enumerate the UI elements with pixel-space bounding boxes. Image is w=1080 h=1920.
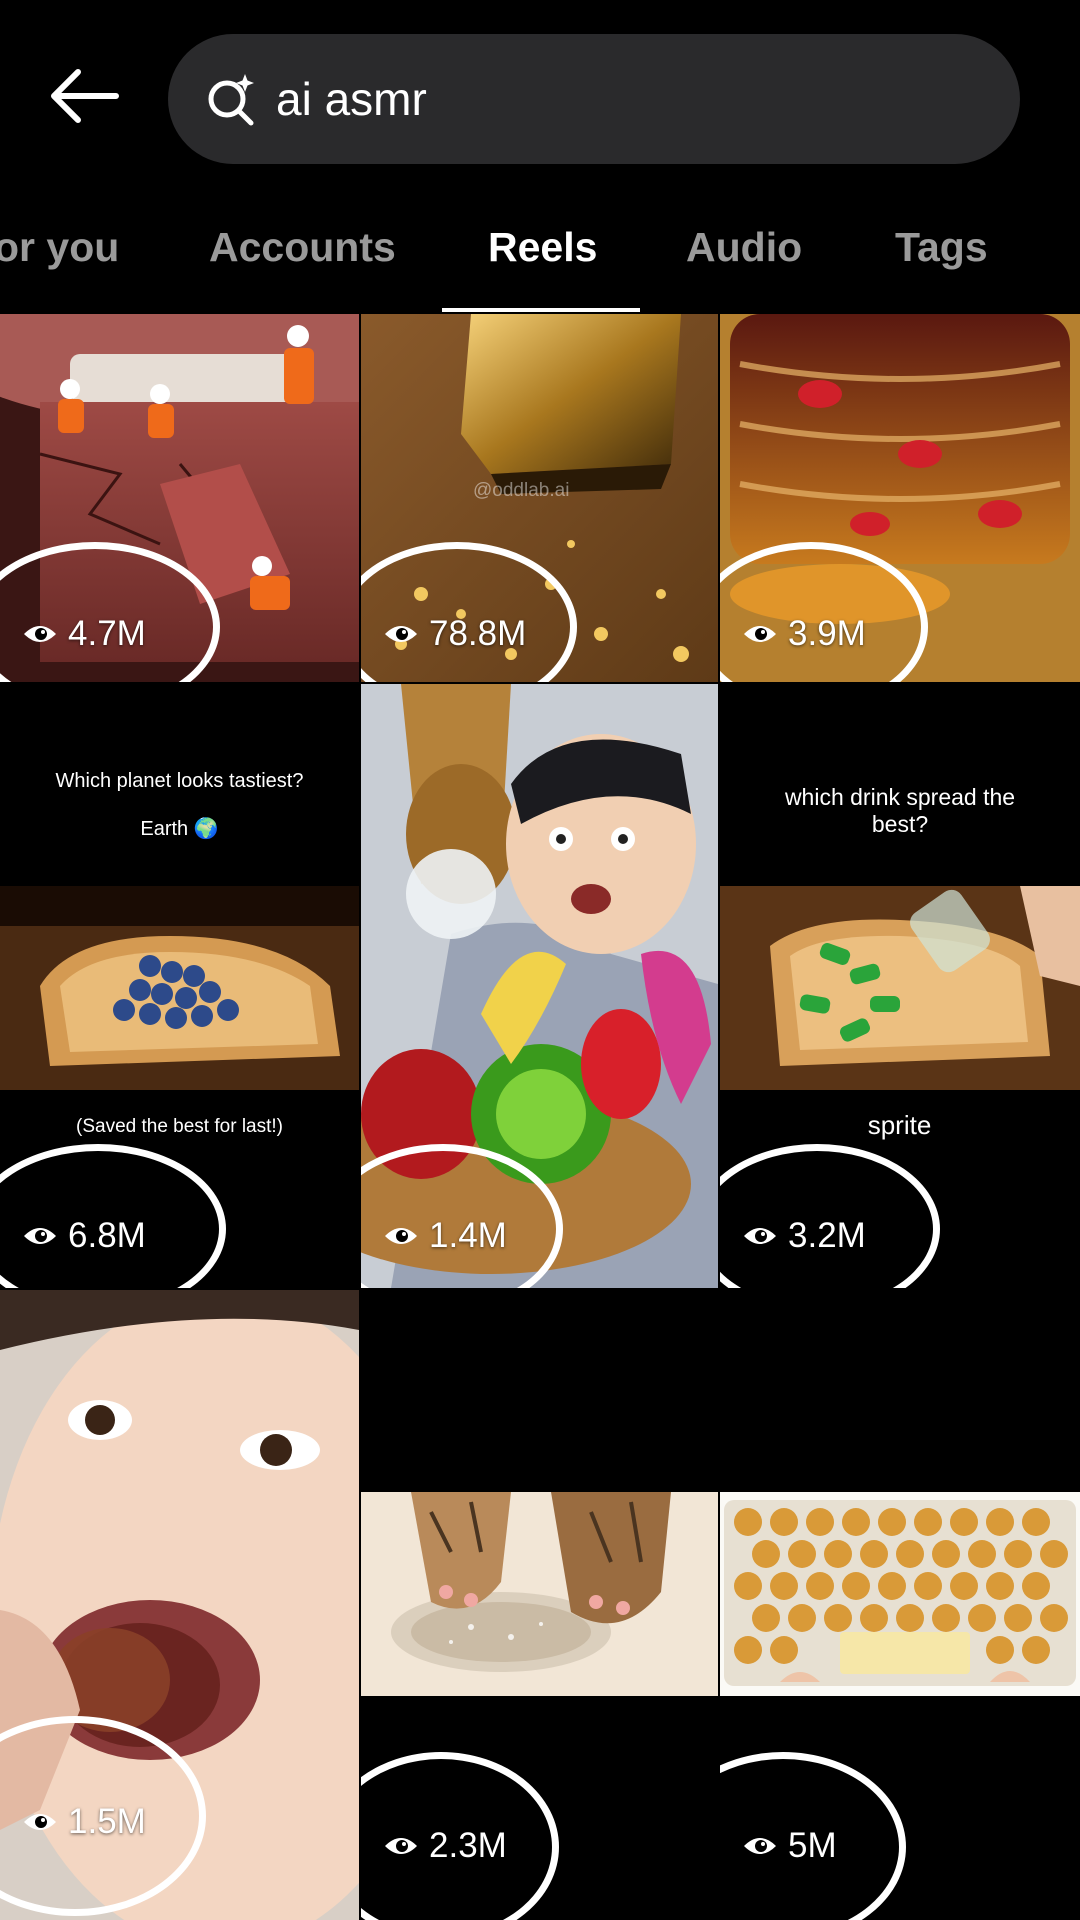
reel-thumbnail[interactable]: 4.7M xyxy=(0,314,359,682)
back-button[interactable] xyxy=(48,66,120,126)
caption-text: (Saved the best for last!) xyxy=(76,1116,283,1137)
view-count: 1.4M xyxy=(383,1216,507,1256)
view-count: 78.8M xyxy=(383,614,526,654)
view-count-text: 3.2M xyxy=(788,1216,866,1255)
view-count: 2.3M xyxy=(383,1826,507,1866)
view-count-text: 5M xyxy=(788,1826,837,1865)
reel-image xyxy=(720,886,1080,1090)
reel-thumbnail[interactable]: 1.4M xyxy=(361,684,718,1288)
active-tab-indicator xyxy=(442,308,640,312)
reel-image xyxy=(0,886,359,1090)
eye-icon xyxy=(24,626,56,642)
eye-icon xyxy=(24,1228,56,1244)
view-count: 3.2M xyxy=(742,1216,866,1256)
eye-icon xyxy=(744,626,776,642)
ai-search-icon xyxy=(208,74,254,126)
eye-icon xyxy=(385,1838,417,1854)
reel-thumbnail[interactable]: Which planet looks tastiest? Earth 🌍 (Sa… xyxy=(0,684,359,1288)
view-count: 6.8M xyxy=(22,1216,146,1256)
view-count-text: 1.5M xyxy=(68,1802,146,1841)
reel-thumbnail[interactable]: @oddlab.ai 78.8M xyxy=(361,314,718,682)
reel-thumbnail[interactable]: 2.3M xyxy=(361,1290,718,1920)
tab-tags[interactable]: Tags xyxy=(895,224,988,271)
back-arrow-icon xyxy=(51,69,119,123)
tab-audio[interactable]: Audio xyxy=(686,224,802,271)
view-count-text: 3.9M xyxy=(788,614,866,653)
caption-subtext: Earth 🌍 xyxy=(140,818,219,840)
search-input[interactable] xyxy=(276,62,976,136)
reel-image xyxy=(361,1492,718,1696)
view-count-text: 78.8M xyxy=(429,614,527,653)
caption-text: which drink spread the best? xyxy=(784,784,1016,837)
reel-thumbnail[interactable]: 3.9M xyxy=(720,314,1080,682)
reels-grid: 4.7M @oddlab.ai 78.8M 3.9M Which planet … xyxy=(0,314,1080,1920)
reel-thumbnail[interactable]: 5M xyxy=(720,1290,1080,1920)
eye-icon xyxy=(744,1228,776,1244)
eye-icon xyxy=(385,1228,417,1244)
tab-reels[interactable]: Reels xyxy=(488,224,597,271)
view-count-text: 4.7M xyxy=(68,614,146,653)
caption-text: Which planet looks tastiest? xyxy=(55,770,304,792)
search-bar[interactable] xyxy=(168,34,1020,164)
reel-image xyxy=(720,1492,1080,1696)
reel-image xyxy=(361,684,718,1288)
view-count-text: 6.8M xyxy=(68,1216,146,1255)
view-count-text: 2.3M xyxy=(429,1826,507,1865)
view-count: 1.5M xyxy=(22,1802,146,1842)
eye-icon xyxy=(744,1838,776,1854)
tab-accounts[interactable]: Accounts xyxy=(209,224,396,271)
tab-for-you[interactable]: or you xyxy=(0,224,119,271)
eye-icon xyxy=(24,1814,56,1830)
view-count: 4.7M xyxy=(22,614,146,654)
view-count: 5M xyxy=(742,1826,837,1866)
watermark: @oddlab.ai xyxy=(473,480,570,501)
reel-thumbnail[interactable]: which drink spread the best? sprite 3.2M xyxy=(720,684,1080,1288)
caption-text: sprite xyxy=(867,1110,932,1140)
reel-thumbnail[interactable]: 1.5M xyxy=(0,1290,359,1920)
view-count-text: 1.4M xyxy=(429,1216,507,1255)
eye-icon xyxy=(385,626,417,642)
search-tabs: or you Accounts Reels Audio Tags xyxy=(0,200,1080,312)
view-count: 3.9M xyxy=(742,614,866,654)
top-bar xyxy=(0,0,1080,200)
